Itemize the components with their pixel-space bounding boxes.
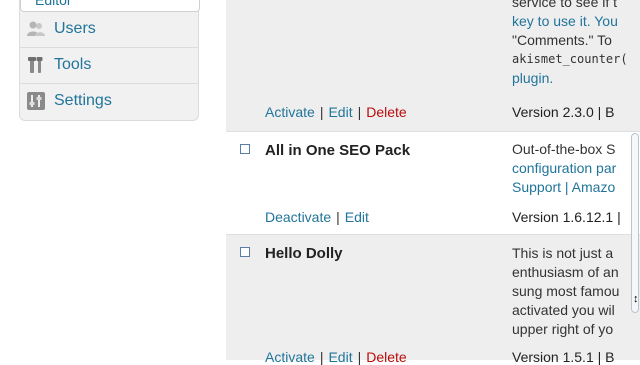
sidebar-item-editor-label[interactable]: Editor <box>35 0 72 8</box>
plugin-row-akismet: service to see if t key to use it. You "… <box>226 0 640 131</box>
plugin-checkbox[interactable] <box>240 144 250 154</box>
plugin-checkbox[interactable] <box>240 247 250 257</box>
plugin-row-all-in-one-seo: All in One SEO Pack Out-of-the-box S con… <box>226 131 640 235</box>
description-line[interactable]: plugin. <box>512 69 640 88</box>
sidebar-item-users[interactable]: Users <box>20 12 198 48</box>
plugin-version: Version 1.6.12.1 | <box>512 209 621 225</box>
description-line: service to see if t <box>512 0 618 10</box>
plugin-actions: Activate | Edit | Delete <box>265 349 407 365</box>
plugin-name: Hello Dolly <box>265 245 343 262</box>
delete-link[interactable]: Delete <box>366 349 406 365</box>
description-line: akismet_counter( <box>512 52 628 66</box>
plugin-version: Version 1.5.1 | B <box>512 349 615 365</box>
edit-link[interactable]: Edit <box>345 209 369 225</box>
users-icon <box>27 21 45 36</box>
sidebar-item-editor[interactable]: Editor <box>20 0 200 12</box>
plugin-description: This is not just a enthusiasm of an sung… <box>512 244 640 339</box>
description-line: sung most famou <box>512 283 620 299</box>
description-line: activated you wil <box>512 302 615 318</box>
edit-link[interactable]: Edit <box>328 349 352 365</box>
description-line[interactable]: key to use it. You <box>512 12 640 31</box>
description-line: "Comments." To <box>512 32 612 48</box>
plugin-name: All in One SEO Pack <box>265 142 411 159</box>
description-line[interactable]: configuration par <box>512 159 640 178</box>
description-line: Out-of-the-box S <box>512 141 616 157</box>
plugin-description: service to see if t key to use it. You "… <box>512 0 640 88</box>
tools-icon <box>28 57 43 73</box>
plugin-actions: Activate | Edit | Delete <box>265 104 407 120</box>
plugin-row-hello-dolly: Hello Dolly This is not just a enthusias… <box>226 235 640 365</box>
settings-icon <box>27 92 45 110</box>
deactivate-link[interactable]: Deactivate <box>265 209 331 225</box>
sidebar-item-label[interactable]: Settings <box>54 92 112 110</box>
description-line: This is not just a <box>512 245 614 261</box>
plugins-table: service to see if t key to use it. You "… <box>226 0 640 365</box>
plugin-actions: Deactivate | Edit <box>265 209 369 225</box>
plugin-description: Out-of-the-box S configuration par Suppo… <box>512 140 640 197</box>
activate-link[interactable]: Activate <box>265 104 315 120</box>
description-line[interactable]: Support | Amazo <box>512 178 640 197</box>
resize-cursor-icon: ↕ <box>633 293 639 305</box>
admin-sidebar: Editor Users Tools Settings <box>19 0 200 121</box>
plugin-version: Version 2.3.0 | B <box>512 104 615 120</box>
sidebar-item-settings[interactable]: Settings <box>20 84 198 120</box>
vertical-scrollbar[interactable] <box>631 133 639 313</box>
description-line: upper right of yo <box>512 321 614 337</box>
activate-link[interactable]: Activate <box>265 349 315 365</box>
sidebar-item-tools[interactable]: Tools <box>20 48 198 84</box>
edit-link[interactable]: Edit <box>328 104 352 120</box>
description-line: enthusiasm of an <box>512 264 619 280</box>
delete-link[interactable]: Delete <box>366 104 406 120</box>
sidebar-item-label[interactable]: Tools <box>54 56 91 74</box>
sidebar-item-label[interactable]: Users <box>54 20 96 38</box>
